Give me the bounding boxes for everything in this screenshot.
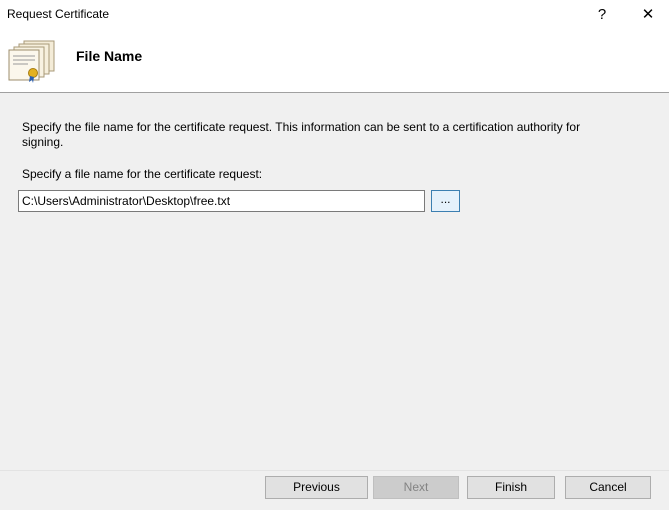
- file-name-label: Specify a file name for the certificate …: [22, 167, 263, 181]
- next-button: Next: [373, 476, 459, 499]
- window-title: Request Certificate: [7, 7, 110, 21]
- close-button[interactable]: ✕: [628, 0, 668, 28]
- description-text: Specify the file name for the certificat…: [22, 120, 581, 149]
- request-certificate-dialog: Request Certificate ? ✕ File Name Specif…: [0, 0, 669, 510]
- certificate-icon: [8, 40, 55, 83]
- page-title: File Name: [76, 48, 143, 64]
- wizard-content: Specify the file name for the certificat…: [0, 93, 669, 470]
- title-bar[interactable]: Request Certificate ? ✕: [0, 0, 669, 30]
- finish-button[interactable]: Finish: [467, 476, 555, 499]
- previous-button[interactable]: Previous: [265, 476, 368, 499]
- browse-button[interactable]: ...: [431, 190, 460, 212]
- cancel-button[interactable]: Cancel: [565, 476, 651, 499]
- wizard-header: File Name: [0, 30, 669, 93]
- wizard-footer: Previous Next Finish Cancel: [0, 470, 669, 510]
- file-name-input[interactable]: [18, 190, 425, 212]
- help-button[interactable]: ?: [582, 0, 622, 28]
